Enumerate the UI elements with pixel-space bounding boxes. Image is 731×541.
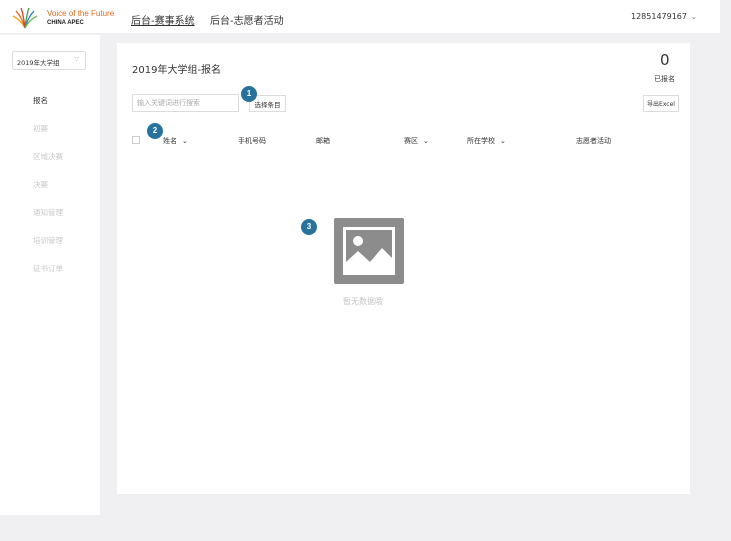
sidebar-item-training[interactable]: 培训管理	[33, 237, 63, 265]
column-name-label: 姓名	[163, 137, 177, 145]
column-volunteer-activity: 志愿者活动	[576, 137, 611, 145]
column-name[interactable]: 姓名 ⌄	[163, 136, 188, 146]
logo-line2: CHINA APEC	[47, 20, 84, 26]
column-region-label: 赛区	[404, 137, 418, 145]
sidebar: 2019年大学组 ▽ 报名 初赛 区域决赛 决赛 通知管理 培训管理 证书订单	[0, 35, 100, 515]
select-all-checkbox[interactable]	[132, 136, 140, 144]
app-root: Voice of the Future CHINA APEC 后台-赛事系统 后…	[0, 0, 731, 541]
registered-count: 0	[660, 51, 670, 69]
annotation-badge-1: 1	[241, 86, 257, 102]
column-phone: 手机号码	[238, 137, 266, 145]
logo-line1: Voice of the Future	[47, 9, 115, 18]
chevron-down-icon: ⌄	[691, 13, 697, 21]
sidebar-item-regional-final[interactable]: 区域决赛	[33, 153, 63, 181]
search-input[interactable]	[132, 94, 239, 112]
registered-count-label: 已报名	[654, 75, 675, 83]
export-excel-button[interactable]: 导出Excel	[643, 95, 679, 112]
nav-volunteer-activity[interactable]: 后台-志愿者活动	[210, 12, 284, 27]
nav-competition-system[interactable]: 后台-赛事系统	[131, 12, 195, 27]
sidebar-item-final[interactable]: 决赛	[33, 181, 63, 209]
chevron-down-icon: ⌄	[500, 137, 506, 145]
column-school[interactable]: 所在学校 ⌄	[467, 136, 506, 146]
chevron-down-icon: ⌄	[182, 137, 188, 145]
sidebar-item-registration[interactable]: 报名	[33, 97, 63, 125]
column-region[interactable]: 赛区 ⌄	[404, 136, 429, 146]
chevron-down-icon: ▽	[74, 56, 79, 63]
main-panel: 2019年大学组-报名 0 已报名 选择条目 导出Excel 1 2 3 姓名⌄…	[117, 43, 690, 494]
user-menu[interactable]: 12851479167 ⌄	[631, 12, 697, 21]
chevron-down-icon: ⌄	[423, 137, 429, 145]
apec-logo-icon	[12, 7, 38, 29]
column-email: 邮箱	[316, 137, 330, 145]
empty-state-text: 暂无数据哦	[343, 297, 383, 306]
sidebar-item-notifications[interactable]: 通知管理	[33, 209, 63, 237]
empty-image-icon	[334, 218, 404, 284]
page-title: 2019年大学组-报名	[132, 65, 222, 76]
sidebar-item-preliminary[interactable]: 初赛	[33, 125, 63, 153]
table-header: 姓名 ⌄ 手机号码 邮箱 赛区 ⌄ 所在学校 ⌄ 志愿者活动	[132, 135, 677, 147]
annotation-badge-3: 3	[301, 219, 317, 235]
column-school-label: 所在学校	[467, 137, 495, 145]
group-select[interactable]: 2019年大学组 ▽	[12, 51, 86, 70]
top-header: Voice of the Future CHINA APEC 后台-赛事系统 后…	[0, 0, 720, 34]
sidebar-item-certificate-orders[interactable]: 证书订单	[33, 265, 63, 293]
user-phone: 12851479167	[631, 12, 687, 21]
group-select-value: 2019年大学组	[17, 59, 60, 67]
sidebar-menu: 报名 初赛 区域决赛 决赛 通知管理 培训管理 证书订单	[33, 97, 63, 293]
